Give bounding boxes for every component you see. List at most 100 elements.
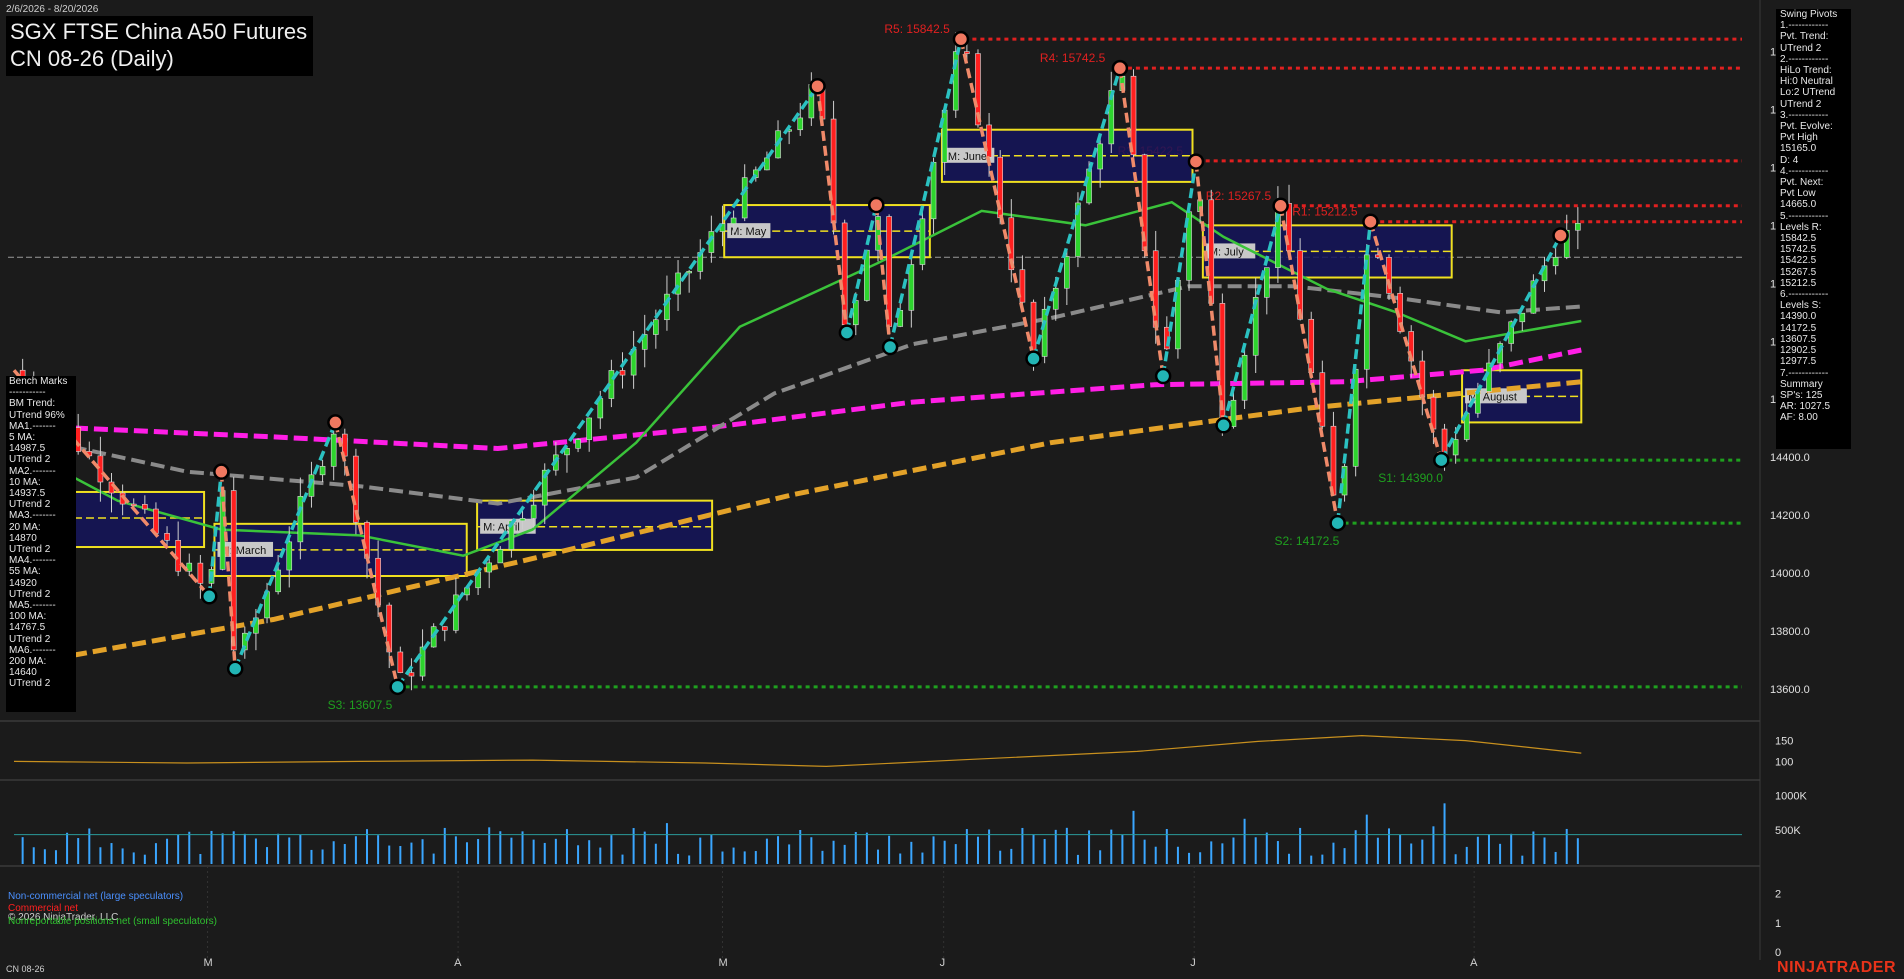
y-tick-label: 13800.0 (1770, 626, 1810, 638)
x-month-label: A (454, 957, 462, 969)
support-label: S2: 14172.5 (1275, 534, 1340, 548)
pivot-high-marker (213, 463, 230, 480)
candle-body (741, 177, 748, 219)
candle-body (1041, 308, 1048, 357)
candle-body (441, 626, 448, 631)
candle-body (1552, 257, 1559, 267)
pivot-low-marker (1025, 350, 1042, 367)
ninjatrader-logo: NINJATRADER (1777, 959, 1896, 976)
zigzag-segment (1439, 234, 1563, 461)
cot-tick-label: 1 (1775, 918, 1781, 930)
candle-body (941, 109, 948, 163)
pivot-low-marker (1154, 367, 1172, 385)
pivot-high-marker (1362, 213, 1379, 230)
candle-body (730, 217, 737, 224)
pivot-low-marker (389, 678, 406, 696)
candle-body (1452, 439, 1459, 456)
candle-body (619, 370, 626, 376)
pivot-low-marker (1433, 451, 1450, 469)
pivot-low-marker (201, 588, 218, 605)
candle-body (330, 433, 337, 467)
osc-tick-label: 100 (1775, 756, 1793, 768)
pivot-low-marker (1329, 514, 1346, 532)
osc-tick-label: 150 (1775, 736, 1793, 748)
candle-body (964, 51, 970, 54)
candle-body (530, 504, 537, 519)
candle-body (686, 271, 692, 274)
candle-body (364, 522, 370, 559)
title-line-2: CN 08-26 (Daily) (10, 46, 174, 71)
candle-body (1241, 354, 1248, 401)
candle-body (286, 541, 293, 571)
legend-noncommercial: Non-commercial net (large speculators) (8, 891, 184, 902)
candle-body (497, 549, 504, 564)
candle-body (142, 504, 148, 510)
volume-tick-label: 500K (1775, 825, 1801, 837)
date-range: 2/6/2026 - 8/20/2026 (6, 4, 99, 15)
candle-body (653, 319, 659, 335)
pivot-high-marker (868, 196, 885, 214)
candle-body (1308, 318, 1315, 374)
pivot-high-marker (952, 30, 970, 48)
candle-body (986, 124, 992, 158)
cot-tick-label: 0 (1775, 947, 1781, 959)
candle-body (1419, 360, 1426, 398)
candle-body (275, 569, 281, 593)
zigzag-segment (396, 85, 819, 688)
legend-nonreportable: Nonreportable positions net (small specu… (8, 916, 217, 927)
monthly-box-label: M: June (948, 151, 987, 163)
monthly-box-label: M: May (730, 226, 767, 238)
resistance-label: R4: 15742.5 (1040, 51, 1106, 65)
pivot-low-marker (226, 660, 244, 677)
candle-body (841, 222, 848, 326)
benchmarks-panel: Bench Marks ----------- BM Trend: UTrend… (6, 376, 76, 712)
candle-body (297, 496, 304, 543)
zigzag-segment (1031, 67, 1122, 360)
swing-zigzag (12, 38, 1563, 688)
candle-body (797, 117, 804, 131)
footer-symbol: CN 08-26 (6, 964, 45, 974)
candle-body (397, 651, 404, 673)
candle-body (419, 646, 426, 677)
candle-body (197, 562, 204, 584)
y-tick-label: 14400.0 (1770, 452, 1810, 464)
candle-body (1064, 256, 1070, 289)
candle-body (1363, 254, 1370, 370)
candle-body (1575, 223, 1581, 231)
price-chart[interactable]: R5: 15842.5R4: 15742.5R3: 15422.5R2: 152… (0, 0, 1904, 979)
title-line-1: SGX FTSE China A50 Futures (10, 19, 308, 44)
candle-body (1319, 372, 1326, 427)
candle-body (153, 508, 159, 534)
pivot-low-marker (881, 338, 899, 356)
candle-body (1175, 279, 1181, 350)
candle-body (1086, 168, 1092, 204)
candle-body (919, 218, 926, 265)
x-month-label: J (940, 957, 946, 969)
support-label: S1: 14390.0 (1378, 471, 1443, 485)
x-month-label: J (1190, 957, 1196, 969)
zigzag-segment (888, 38, 963, 348)
pivot-high-marker (1111, 59, 1129, 77)
candle-body (1330, 425, 1337, 496)
pivot-high-marker (327, 414, 344, 431)
candlesticks (19, 32, 1581, 691)
candle-body (575, 439, 581, 449)
resistance-label: R2: 15267.5 (1206, 189, 1272, 203)
pivot-high-marker (1187, 153, 1205, 170)
cot-tick-label: 2 (1775, 888, 1781, 900)
pivot-levels: R5: 15842.5R4: 15742.5R3: 15422.5R2: 152… (328, 22, 1742, 712)
grid-lines (0, 0, 1761, 960)
chart-title: SGX FTSE China A50 Futures CN 08-26 (Dai… (6, 16, 314, 76)
x-axis: MAMJJA (204, 866, 1478, 969)
candle-body (1052, 287, 1059, 310)
y-tick-label: 14200.0 (1770, 510, 1810, 522)
pivot-high-marker (1272, 197, 1289, 215)
candle-body (519, 518, 526, 522)
pivot-markers (201, 30, 1569, 696)
pivot-low-marker (1215, 417, 1232, 434)
oscillator-line (13, 734, 1582, 768)
zigzag-segment (959, 38, 1036, 360)
x-month-label: M (718, 957, 727, 969)
resistance-label: R1: 15212.5 (1292, 205, 1358, 219)
zigzag-segment (1118, 67, 1165, 377)
